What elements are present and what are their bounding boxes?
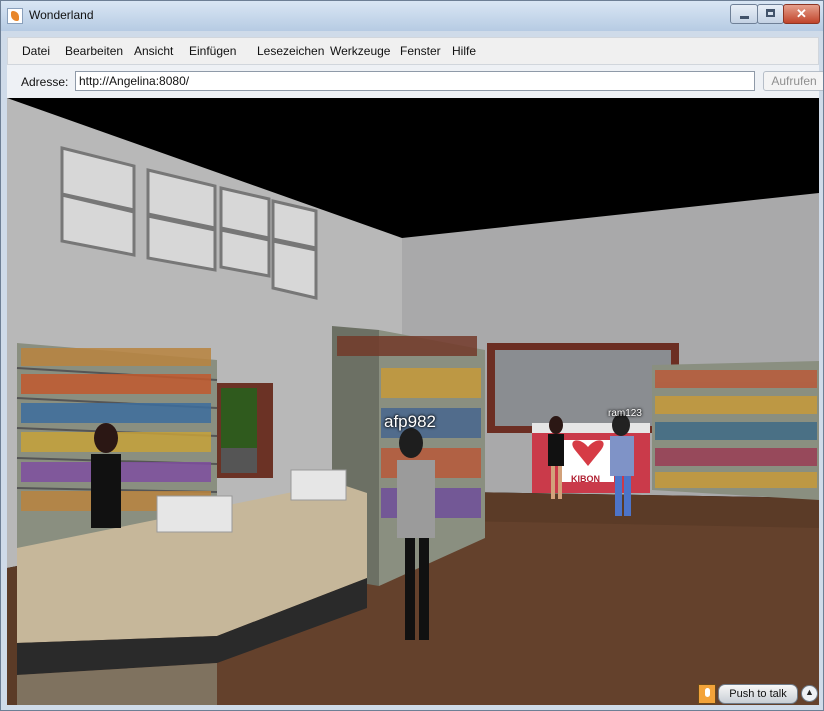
scene-graphics: KIBON <box>7 98 819 705</box>
3d-world-view[interactable]: KIBON afp982 ram123 Push to talk ▲ <box>7 98 819 705</box>
menu-werkzeuge[interactable]: Werkzeuge <box>330 44 390 58</box>
window-title: Wonderland <box>29 8 94 22</box>
application-window: Wonderland Datei Bearbeiten Ansicht Einf… <box>0 0 824 711</box>
maximize-button[interactable] <box>757 4 784 24</box>
title-bar[interactable]: Wonderland <box>1 1 823 31</box>
menu-hilfe[interactable]: Hilfe <box>452 44 476 58</box>
go-button[interactable]: Aufrufen <box>763 71 823 91</box>
address-label: Adresse: <box>21 75 69 89</box>
menu-bearbeiten[interactable]: Bearbeiten <box>65 44 123 58</box>
microphone-icon <box>698 684 716 704</box>
minimize-button[interactable] <box>730 4 758 24</box>
chevron-up-icon[interactable] <box>801 685 818 702</box>
java-icon <box>7 8 23 24</box>
avatar-name-ram123: ram123 <box>608 408 642 419</box>
push-to-talk-button[interactable]: Push to talk <box>718 684 798 704</box>
menu-einfuegen[interactable]: Einfügen <box>189 44 236 58</box>
menu-bar: Datei Bearbeiten Ansicht Einfügen Leseze… <box>7 37 819 65</box>
close-button[interactable] <box>783 4 820 24</box>
menu-fenster[interactable]: Fenster <box>400 44 441 58</box>
menu-datei[interactable]: Datei <box>22 44 50 58</box>
kibon-sign-text: KIBON <box>571 474 600 484</box>
voice-controls: Push to talk <box>698 684 819 704</box>
menu-ansicht[interactable]: Ansicht <box>134 44 173 58</box>
menu-lesezeichen[interactable]: Lesezeichen <box>257 44 324 58</box>
address-bar: Adresse: http://Angelina:8080/ Aufrufen <box>7 65 823 98</box>
avatar-name-afp982: afp982 <box>384 412 436 431</box>
address-input[interactable]: http://Angelina:8080/ <box>75 71 755 91</box>
